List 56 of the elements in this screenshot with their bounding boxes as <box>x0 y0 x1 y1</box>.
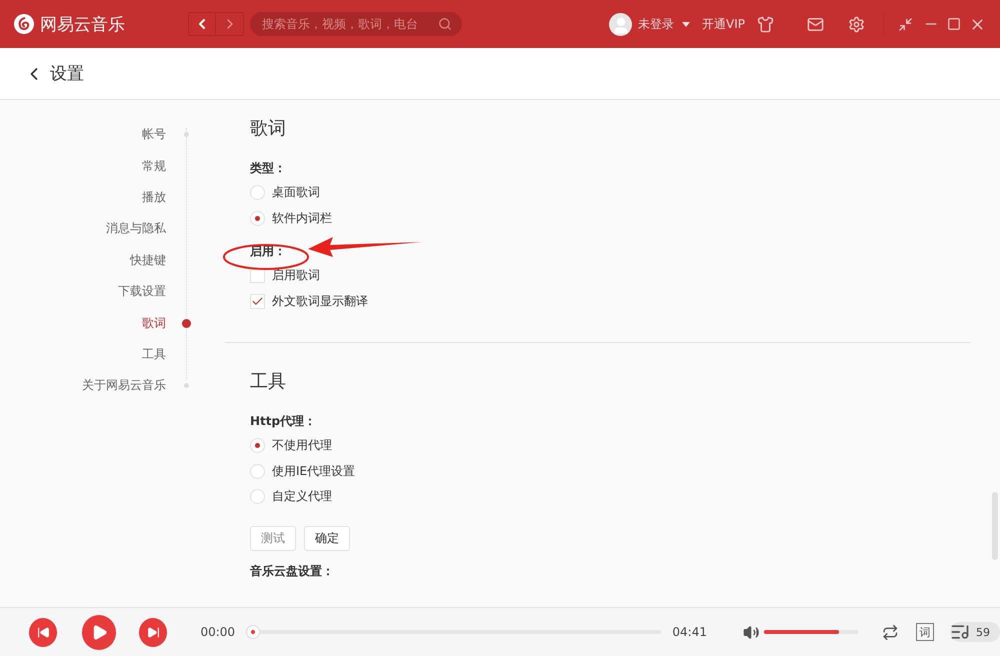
logo-icon <box>14 14 34 34</box>
previous-button[interactable] <box>29 618 58 646</box>
option-label: 软件内词栏 <box>272 210 332 227</box>
volume-icon[interactable] <box>743 624 760 640</box>
settings-nav-item[interactable]: 关于网易云音乐 <box>0 377 166 394</box>
radio-button[interactable] <box>250 185 265 200</box>
option-label: 使用IE代理设置 <box>272 462 356 480</box>
settings-icon[interactable] <box>848 16 865 32</box>
login-link[interactable]: 未登录 <box>638 16 674 32</box>
progress-thumb[interactable] <box>246 625 260 639</box>
avatar-icon[interactable] <box>609 12 632 36</box>
group-label: 音乐云盘设置： <box>250 562 334 580</box>
settings-nav-item[interactable]: 消息与隐私 <box>0 220 166 238</box>
scrollbar-thumb[interactable] <box>992 492 998 560</box>
radio-button[interactable] <box>250 210 265 226</box>
playlist-button[interactable]: 59 <box>950 622 1000 642</box>
section-title: 歌词 <box>250 117 287 140</box>
search-icon <box>438 17 452 31</box>
checkbox[interactable] <box>250 294 265 309</box>
option-label: 桌面歌词 <box>272 184 320 202</box>
vip-link[interactable]: 开通VIP <box>702 16 745 32</box>
option-label: 启用歌词 <box>272 267 320 284</box>
radio-button[interactable] <box>250 489 265 504</box>
settings-nav-item[interactable]: 下载设置 <box>0 283 166 300</box>
settings-nav-item[interactable]: 帐号 <box>0 126 166 144</box>
skip-back-icon <box>36 626 50 638</box>
group-label: Http代理： <box>250 413 316 430</box>
current-time: 00:00 <box>200 625 236 639</box>
caret-icon[interactable] <box>682 22 690 26</box>
option-label: 自定义代理 <box>272 488 332 506</box>
next-button[interactable] <box>139 618 168 646</box>
settings-nav-item[interactable]: 快捷键 <box>0 252 166 269</box>
repeat-icon[interactable] <box>882 624 898 640</box>
play-button[interactable] <box>82 614 116 650</box>
skip-forward-icon <box>146 626 160 638</box>
total-time: 04:41 <box>672 625 707 639</box>
option-label: 不使用代理 <box>272 437 332 454</box>
section-title: 工具 <box>250 370 287 393</box>
proxy-button[interactable]: 测试 <box>250 526 296 550</box>
settings-nav-item[interactable]: 常规 <box>0 158 166 175</box>
search-field[interactable]: 搜索音乐，视频，歌词，电台 <box>250 12 462 36</box>
skin-icon[interactable] <box>757 16 774 32</box>
mini-mode-icon[interactable] <box>898 16 913 32</box>
lyric-button[interactable]: 词 <box>916 623 934 641</box>
page-title: 设置 <box>50 63 84 85</box>
proxy-button[interactable]: 确定 <box>304 526 350 550</box>
settings-nav-item[interactable]: 工具 <box>0 346 166 363</box>
settings-nav-item[interactable]: 播放 <box>0 188 166 206</box>
settings-nav-item[interactable]: 歌词 <box>0 314 166 332</box>
mail-icon[interactable] <box>807 16 824 32</box>
app-name: 网易云音乐 <box>40 14 125 36</box>
option-label: 外文歌词显示翻译 <box>272 292 368 310</box>
maximize-icon[interactable] <box>947 17 961 31</box>
group-label: 类型： <box>250 160 286 177</box>
radio-button[interactable] <box>250 438 265 454</box>
radio-button[interactable] <box>250 464 265 479</box>
